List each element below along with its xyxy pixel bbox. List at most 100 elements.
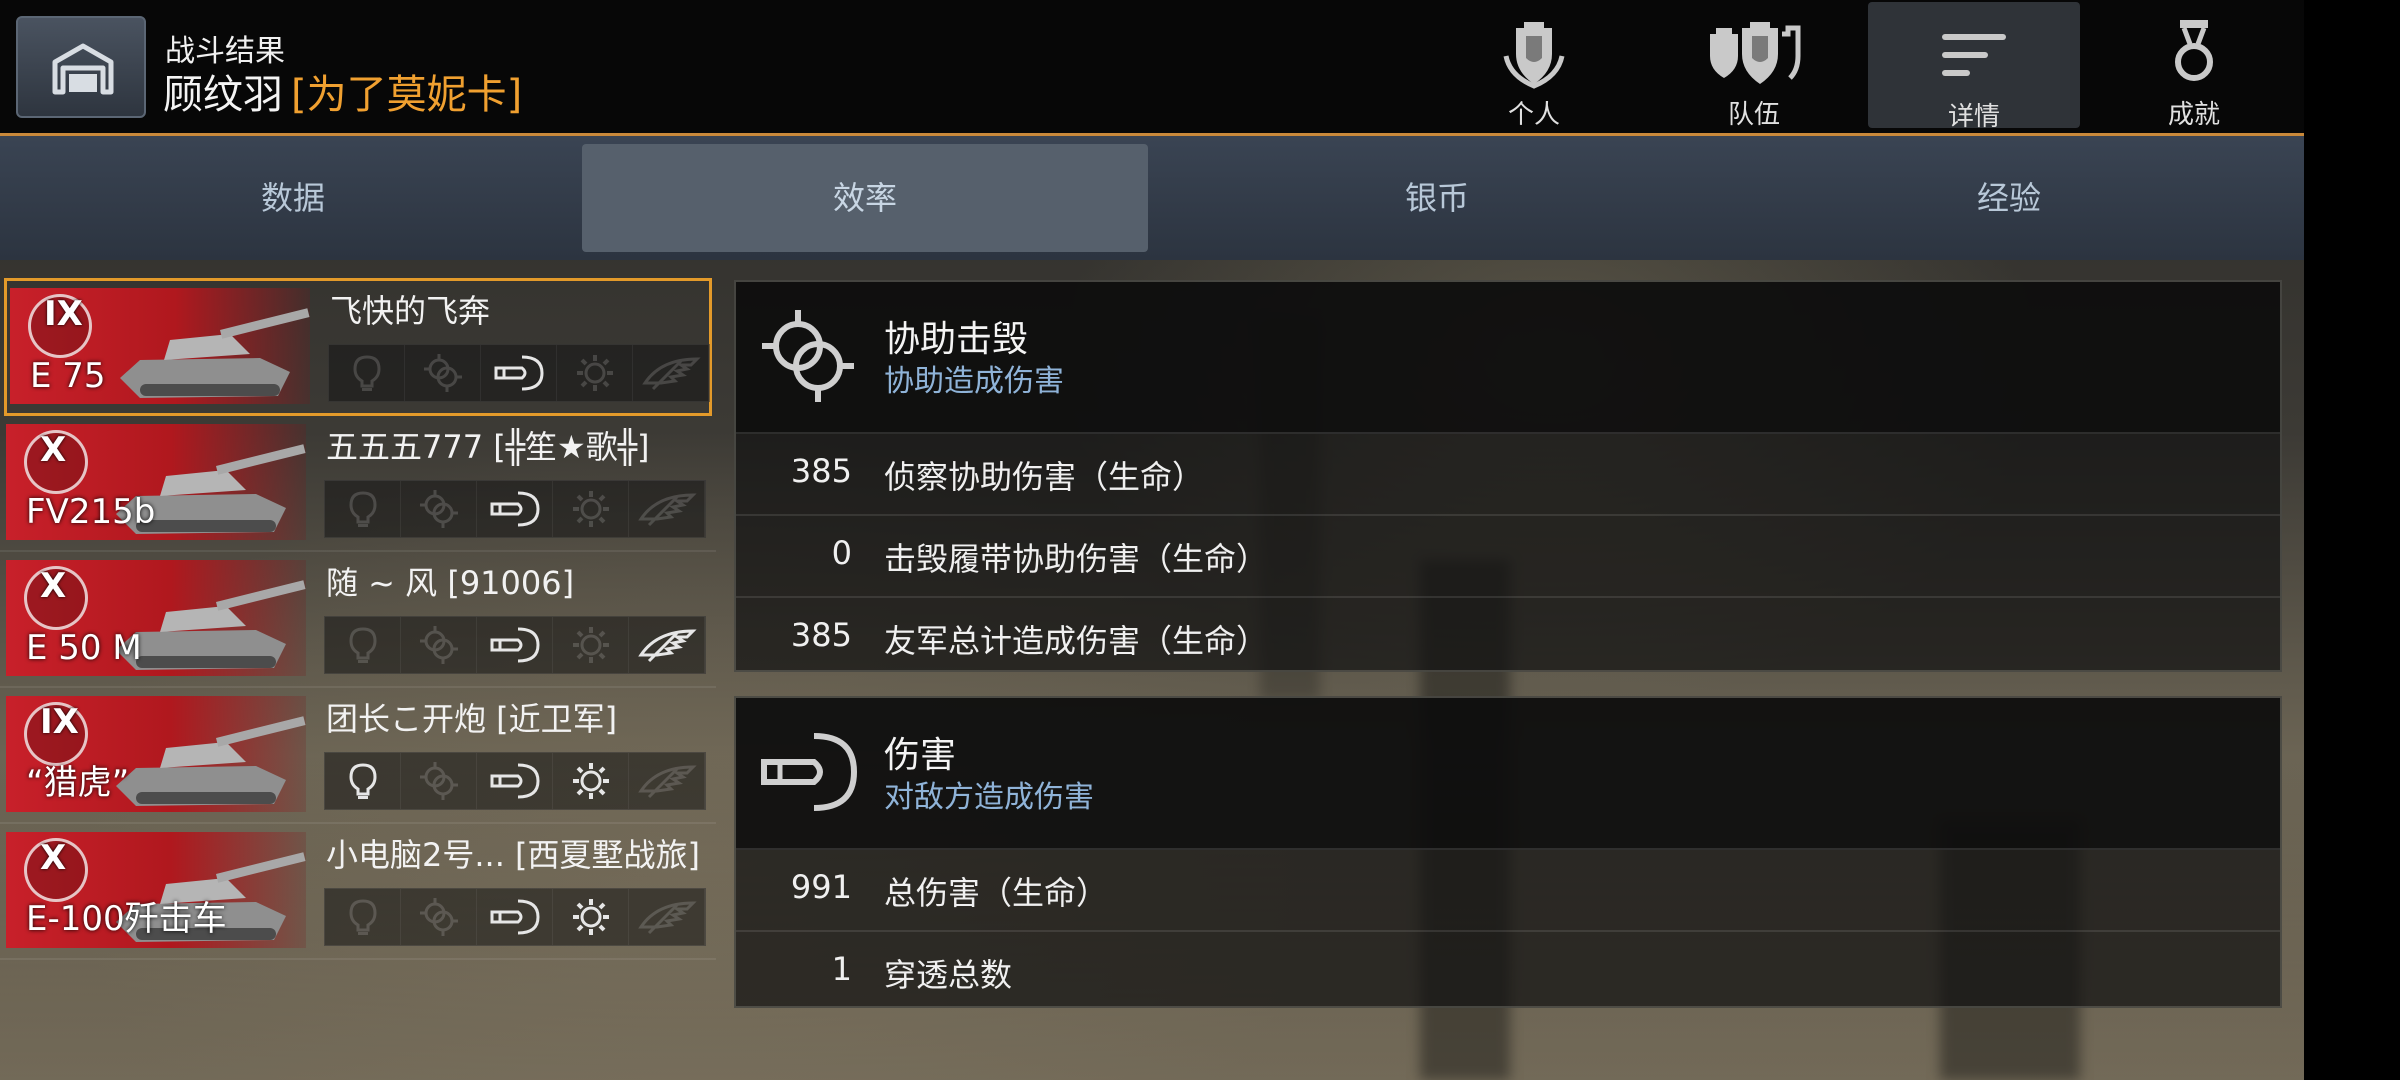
assist-icon xyxy=(401,617,477,673)
vehicle-tier: X xyxy=(40,430,67,470)
tab-bar: 数据 效率 银币 经验 xyxy=(0,136,2304,260)
stat-label: 友军总计造成伤害（生命） xyxy=(884,622,1269,660)
team-badge-icon xyxy=(1710,22,1801,84)
vehicle-row[interactable]: X FV215b 五五五777 [╬笙★歌╬] xyxy=(0,414,716,552)
vehicle-name: E-100歼击车 xyxy=(26,899,227,939)
nav-details-label: 详情 xyxy=(1947,102,2000,132)
wing-icon xyxy=(633,345,709,401)
vehicle-row[interactable]: X E 50 M 随 ~ 风 [91006] xyxy=(0,550,716,688)
shell-damage-icon xyxy=(481,345,557,401)
spotting-bulb-icon xyxy=(325,481,401,537)
stat-row: 0 击毁履带协助伤害（生命） xyxy=(736,516,2280,598)
spotting-bulb-icon xyxy=(325,617,401,673)
vehicle-name: FV215b xyxy=(26,492,156,532)
spotting-bulb-icon xyxy=(329,345,405,401)
tab-silver[interactable]: 银币 xyxy=(1154,144,1720,252)
shell-damage-icon xyxy=(477,753,553,809)
stat-value: 0 xyxy=(831,534,852,572)
vehicle-thumbnail: X FV215b xyxy=(6,424,306,540)
assist-subtitle: 协助造成伤害 xyxy=(884,364,1064,399)
wing-icon xyxy=(629,481,705,537)
nav-team-label: 队伍 xyxy=(1727,100,1780,130)
assist-icon xyxy=(401,753,477,809)
vehicle-tier: IX xyxy=(44,294,83,334)
assist-icon xyxy=(762,310,854,402)
stat-row: 1 穿透总数 xyxy=(736,932,2280,1012)
nav-details[interactable]: 详情 xyxy=(1868,2,2080,132)
stat-row: 385 友军总计造成伤害（生命） xyxy=(736,598,2280,678)
stat-value: 1 xyxy=(831,950,852,988)
shell-damage-icon xyxy=(477,889,553,945)
player-name: 飞快的飞奔 xyxy=(330,292,491,330)
stat-label: 总伤害（生命） xyxy=(884,874,1109,912)
gear-track-icon xyxy=(553,753,629,809)
details-list-icon xyxy=(1942,34,2006,76)
vehicle-name: “猎虎” xyxy=(26,763,130,803)
screen-edge xyxy=(2304,0,2400,1080)
player-name: 顾纹羽 xyxy=(163,72,283,118)
vehicle-thumbnail: IX “猎虎” xyxy=(6,696,306,812)
vehicle-thumbnail: IX E 75 xyxy=(10,288,310,404)
shell-damage-icon xyxy=(477,617,553,673)
vehicle-tier: IX xyxy=(40,702,79,742)
damage-panel-header: 伤害 对敌方造成伤害 xyxy=(736,698,2280,850)
shell-damage-icon xyxy=(761,733,858,811)
gear-track-icon xyxy=(553,889,629,945)
vehicle-thumbnail: X E-100歼击车 xyxy=(6,832,306,948)
damage-panel: 伤害 对敌方造成伤害 991 总伤害（生命） 1 穿透总数 xyxy=(734,696,2282,1008)
player-name: 随 ~ 风 [91006] xyxy=(326,564,575,602)
assist-icon xyxy=(405,345,481,401)
player-title: 顾纹羽 [为了莫妮卡] xyxy=(163,62,522,120)
achievement-badges xyxy=(324,616,706,674)
shell-damage-icon xyxy=(477,481,553,537)
stat-row: 385 侦察协助伤害（生命） xyxy=(736,434,2280,516)
player-name: 五五五777 [╬笙★歌╬] xyxy=(326,428,650,466)
nav-personal-label: 个人 xyxy=(1507,100,1560,130)
vehicle-tier: X xyxy=(40,838,67,878)
nav-achievements[interactable]: 成就 xyxy=(2088,0,2300,130)
player-clan: [为了莫妮卡] xyxy=(291,72,523,118)
assist-icon xyxy=(401,481,477,537)
tank-icon xyxy=(100,300,310,404)
achievement-badges xyxy=(324,480,706,538)
player-name: 团长こ开炮 [近卫军] xyxy=(326,700,618,738)
medal-icon xyxy=(2175,20,2213,81)
wing-icon xyxy=(629,617,705,673)
stat-value: 385 xyxy=(790,452,852,490)
achievement-badges xyxy=(328,344,710,402)
vehicle-name: E 75 xyxy=(30,356,106,396)
vehicle-tier: X xyxy=(40,566,67,606)
nav-achievements-label: 成就 xyxy=(2167,100,2220,130)
wing-icon xyxy=(629,753,705,809)
assist-icon xyxy=(401,889,477,945)
assist-panel-header: 协助击毁 协助造成伤害 xyxy=(736,282,2280,434)
stat-row: 991 总伤害（生命） xyxy=(736,850,2280,932)
stat-value: 991 xyxy=(790,868,852,906)
nav-personal[interactable]: 个人 xyxy=(1428,0,1640,130)
vehicle-row[interactable]: X E-100歼击车 小电脑2号... [西夏墅战旅] xyxy=(0,822,716,960)
damage-subtitle: 对敌方造成伤害 xyxy=(884,780,1094,815)
tab-experience[interactable]: 经验 xyxy=(1726,144,2292,252)
spotting-bulb-icon xyxy=(325,753,401,809)
stat-value: 385 xyxy=(790,616,852,654)
stat-label: 侦察协助伤害（生命） xyxy=(884,458,1205,496)
spotting-bulb-icon xyxy=(325,889,401,945)
vehicle-row[interactable]: IX “猎虎” 团长こ开炮 [近卫军] xyxy=(0,686,716,824)
vehicle-thumbnail: X E 50 M xyxy=(6,560,306,676)
vehicle-row[interactable]: IX E 75 飞快的飞奔 xyxy=(4,278,712,416)
player-name: 小电脑2号... [西夏墅战旅] xyxy=(326,836,701,874)
assist-panel: 协助击毁 协助造成伤害 385 侦察协助伤害（生命） 0 击毁履带协助伤害（生命… xyxy=(734,280,2282,672)
home-button[interactable] xyxy=(16,16,146,118)
damage-title: 伤害 xyxy=(884,735,957,776)
top-bar: 战斗结果 顾纹羽 [为了莫妮卡] 个人 队伍 详情 成就 xyxy=(0,0,2304,136)
achievement-badges xyxy=(324,888,706,946)
stat-label: 穿透总数 xyxy=(884,956,1013,994)
tab-data[interactable]: 数据 xyxy=(10,144,576,252)
wing-icon xyxy=(629,889,705,945)
assist-title: 协助击毁 xyxy=(884,319,1029,360)
nav-team[interactable]: 队伍 xyxy=(1648,0,1860,130)
gear-track-icon xyxy=(553,617,629,673)
hangar-icon xyxy=(52,43,114,95)
tab-efficiency[interactable]: 效率 xyxy=(582,144,1148,252)
gear-track-icon xyxy=(557,345,633,401)
